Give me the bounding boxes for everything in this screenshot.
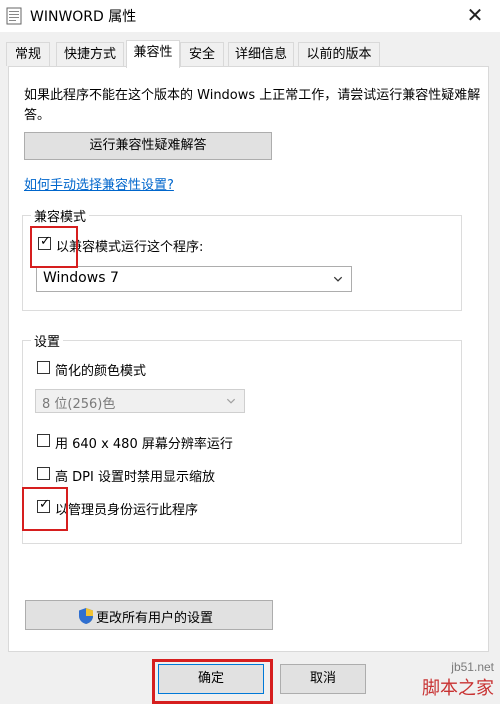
chevron-down-icon	[333, 276, 343, 282]
tab-general[interactable]: 常规	[6, 42, 50, 66]
compatibility-description: 如果此程序不能在这个版本的 Windows 上正常工作，请尝试运行兼容性疑难解答…	[24, 88, 481, 123]
tab-shortcut[interactable]: 快捷方式	[56, 42, 124, 66]
site-watermark: jb51.net 脚本之家	[422, 660, 494, 700]
run-as-admin-checkbox[interactable]: ✓	[37, 497, 50, 513]
color-depth-value: 8 位(256)色	[42, 397, 116, 412]
os-version-select[interactable]: Windows 7	[36, 266, 352, 292]
ok-button[interactable]: 确定	[158, 664, 264, 694]
change-all-users-button[interactable]: 更改所有用户的设置	[25, 600, 273, 630]
window-title: WINWORD 属性	[30, 9, 137, 25]
disable-dpi-scaling-label: 高 DPI 设置时禁用显示缩放	[55, 470, 215, 485]
uac-shield-icon	[79, 608, 93, 624]
tab-previous-versions[interactable]: 以前的版本	[298, 42, 380, 66]
compat-mode-label: 以兼容模式运行这个程序:	[56, 240, 204, 255]
run-troubleshooter-button[interactable]: 运行兼容性疑难解答	[24, 132, 272, 160]
change-all-users-label: 更改所有用户的设置	[96, 611, 214, 626]
settings-group-title: 设置	[31, 331, 64, 350]
word-app-icon	[6, 7, 22, 25]
close-icon: ✕	[466, 3, 484, 27]
disable-dpi-scaling-checkbox[interactable]	[37, 467, 50, 480]
reduced-color-checkbox[interactable]	[37, 361, 50, 374]
tab-compatibility[interactable]: 兼容性	[126, 40, 180, 68]
watermark-name: 脚本之家	[422, 678, 494, 699]
manual-compat-settings-link[interactable]: 如何手动选择兼容性设置?	[24, 174, 174, 193]
watermark-url: jb51.net	[451, 660, 494, 674]
color-depth-select[interactable]: 8 位(256)色	[35, 389, 245, 413]
compatibility-mode-group-title: 兼容模式	[31, 206, 90, 225]
checkmark-icon: ✓	[39, 497, 50, 512]
compatibility-mode-group: 兼容模式	[22, 206, 462, 311]
reduced-color-label: 简化的颜色模式	[55, 364, 147, 379]
run-as-admin-label: 以管理员身份运行此程序	[55, 503, 199, 518]
os-version-value: Windows 7	[43, 270, 119, 286]
compat-mode-checkbox[interactable]: ✓	[38, 234, 51, 250]
tab-details[interactable]: 详细信息	[228, 42, 294, 66]
tab-strip: 常规 快捷方式 兼容性 安全 详细信息 以前的版本	[6, 40, 496, 68]
chevron-down-icon	[226, 398, 236, 404]
cancel-button[interactable]: 取消	[280, 664, 366, 694]
title-bar: WINWORD 属性 ✕	[0, 0, 500, 32]
resolution-640-checkbox[interactable]	[37, 434, 50, 447]
tab-security[interactable]: 安全	[180, 42, 224, 66]
checkmark-icon: ✓	[40, 234, 51, 249]
resolution-640-label: 用 640 x 480 屏幕分辨率运行	[55, 437, 233, 452]
close-button[interactable]: ✕	[462, 4, 488, 28]
